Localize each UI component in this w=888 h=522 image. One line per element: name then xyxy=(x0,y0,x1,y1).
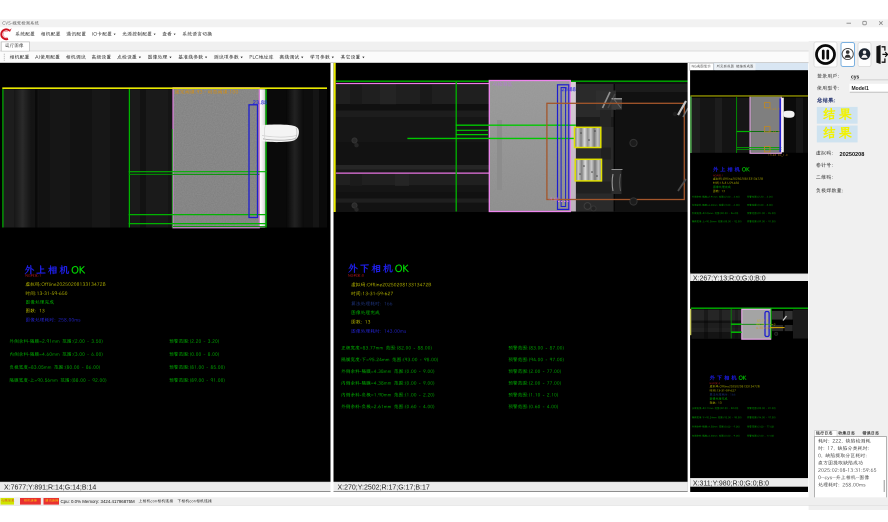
svg-text:Cpu: 0.0% Memory: 3424.4179687: Cpu: 0.0% Memory: 3424.41796875M xyxy=(61,499,136,504)
svg-text:Model1: Model1 xyxy=(852,86,869,92)
svg-text:cys: cys xyxy=(851,74,860,80)
svg-text:20250208: 20250208 xyxy=(840,152,865,158)
svg-text:X:270;Y:2502;R:17;G:17;B:17: X:270;Y:2502;R:17;G:17;B:17 xyxy=(338,485,430,492)
svg-text:X:311;Y:980;R:0;G:0;B:0: X:311;Y:980;R:0;G:0;B:0 xyxy=(693,480,769,487)
svg-text:X:7677;Y:891;R:14;G:14;B:14: X:7677;Y:891;R:14;G:14;B:14 xyxy=(4,485,96,492)
